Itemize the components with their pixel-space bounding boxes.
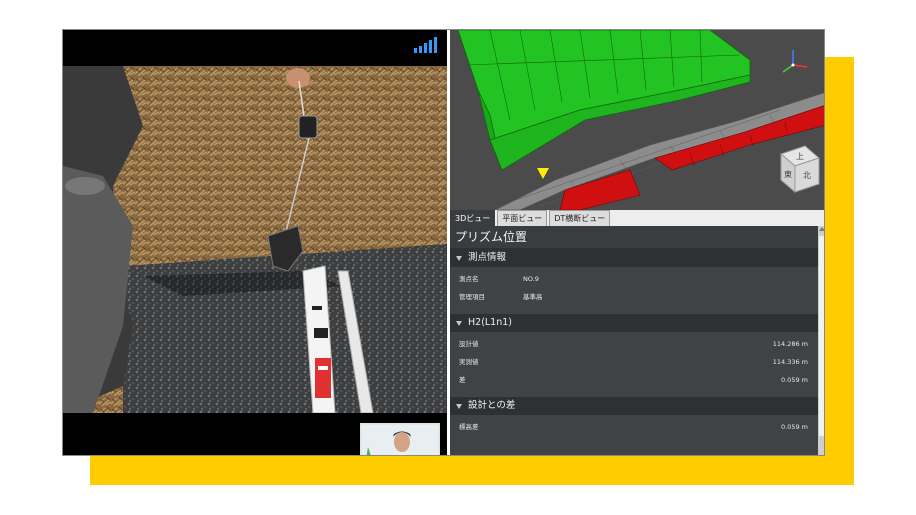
- section-title: 測点情報: [468, 252, 507, 263]
- tab-3d-view[interactable]: 3Dビュー: [450, 210, 496, 226]
- app-window: 上 東 北 3Dビュー 平面ビュー DT横断ビュー プリズム位置 測点情報 測点…: [62, 29, 825, 456]
- row-value: 114.336 m: [772, 358, 808, 366]
- section-title: 設計との差: [468, 400, 516, 411]
- panel-title: プリズム位置: [450, 226, 818, 249]
- info-row: 標高差 0.059 m: [450, 418, 818, 436]
- tab-plan-view[interactable]: 平面ビュー: [497, 210, 548, 226]
- view-cube-right-label: 北: [803, 171, 811, 180]
- collapse-triangle-icon: [456, 255, 462, 261]
- row-label: 標高差: [459, 423, 479, 431]
- info-row: 測点名 NO.9: [450, 270, 818, 288]
- scroll-up-arrow-icon[interactable]: [819, 227, 824, 231]
- row-value: 114.286 m: [772, 340, 808, 348]
- view-cube-top-label: 上: [796, 152, 804, 161]
- section-title: H2(L1n1): [468, 317, 513, 328]
- info-row: 設計値 114.286 m: [450, 335, 818, 353]
- view-cube-left-label: 東: [784, 169, 792, 179]
- row-value: 0.059 m: [780, 376, 808, 384]
- info-row: 管理項目 基準高: [450, 288, 818, 306]
- section-header-h2[interactable]: H2(L1n1): [450, 314, 818, 332]
- row-label: 差: [459, 376, 466, 384]
- collapse-triangle-icon: [456, 320, 462, 326]
- section-body-station-info: 測点名 NO.9 管理項目 基準高: [450, 267, 818, 310]
- presenter-image: [362, 425, 438, 455]
- scrollbar-thumb[interactable]: [819, 236, 824, 436]
- section-header-station-info[interactable]: 測点情報: [450, 249, 818, 267]
- row-value: 0.059 m: [780, 423, 808, 431]
- presenter-thumbnail[interactable]: [360, 423, 440, 455]
- tab-dt-cross-section-view[interactable]: DT横断ビュー: [549, 210, 611, 226]
- panel-scrollbar[interactable]: [818, 226, 824, 455]
- row-value: NO.9: [523, 275, 539, 283]
- info-row: 差 0.059 m: [450, 371, 818, 389]
- section-body-design-difference: 標高差 0.059 m: [450, 415, 818, 440]
- section-header-design-difference[interactable]: 設計との差: [450, 397, 818, 415]
- camera-video-feed: [63, 66, 447, 413]
- video-call-pane: [63, 30, 447, 455]
- view-cube[interactable]: 上 東 北: [780, 145, 820, 194]
- row-label: 管理項目: [459, 293, 485, 301]
- collapse-triangle-icon: [456, 403, 462, 409]
- view-tabs: 3Dビュー 平面ビュー DT横断ビュー: [450, 210, 824, 226]
- info-row: 実測値 114.336 m: [450, 353, 818, 371]
- row-label: 設計値: [459, 340, 479, 348]
- section-body-h2: 設計値 114.286 m 実測値 114.336 m 差 0.059 m: [450, 332, 818, 393]
- prism-position-panel: プリズム位置 測点情報 測点名 NO.9 管理項目 基準高 H2(L1n1) 設…: [450, 226, 818, 455]
- row-label: 実測値: [459, 358, 479, 366]
- row-value: 基準高: [523, 293, 543, 301]
- signal-bars-icon: [414, 37, 437, 53]
- prism-app-pane: 上 東 北 3Dビュー 平面ビュー DT横断ビュー プリズム位置 測点情報 測点…: [450, 30, 825, 455]
- 3d-viewport[interactable]: 上 東 北: [450, 30, 825, 210]
- row-label: 測点名: [459, 275, 479, 283]
